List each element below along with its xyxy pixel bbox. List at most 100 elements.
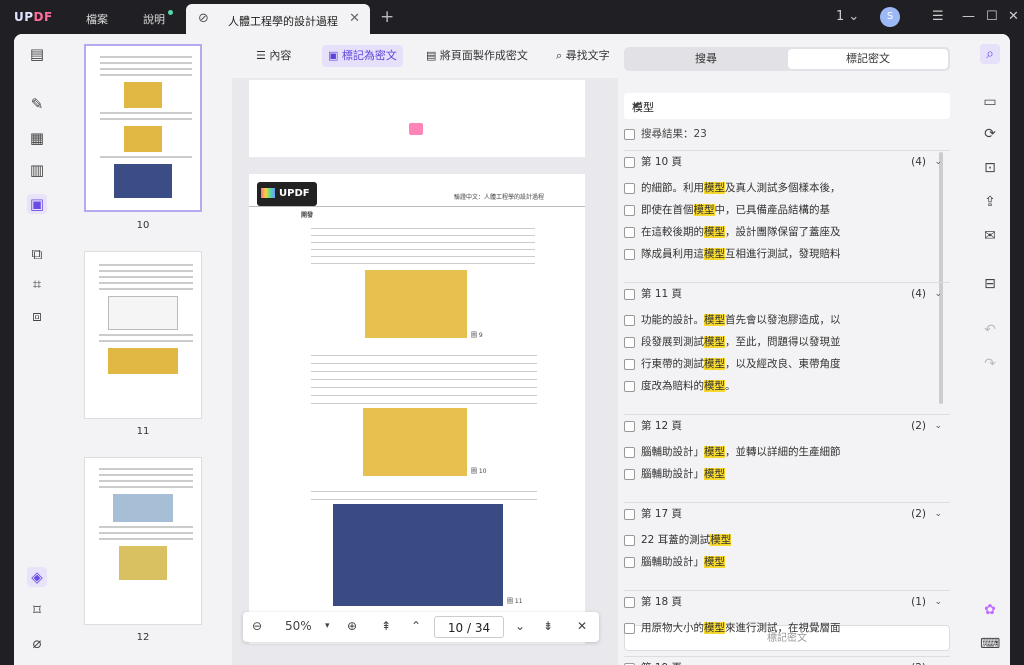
zoom-toolbar: ⊖ 50% ▾ ⊕ ⇞ ⌃ 10 / 34 ⌄ ⇟ ✕: [243, 612, 599, 642]
layers-icon[interactable]: ◈: [27, 567, 47, 587]
section-heading: 開發: [301, 212, 314, 219]
minimize-icon[interactable]: —: [962, 9, 975, 24]
result-item[interactable]: 即使在首個模型中，已具備產品結構的基: [624, 199, 950, 221]
find-text-button[interactable]: ⌕ 尋找文字: [550, 45, 616, 67]
figure-11: [333, 504, 503, 606]
edit-pdf-icon[interactable]: ▦: [27, 128, 47, 148]
search-icon[interactable]: ⌕: [980, 44, 1000, 64]
organize-pages-icon[interactable]: ⧉: [27, 244, 47, 264]
figure-caption: 圖 11: [507, 598, 523, 605]
close-tab-icon[interactable]: ✕: [349, 11, 360, 26]
tab-search[interactable]: 搜尋: [626, 49, 786, 69]
page-group-header[interactable]: 第 18 頁 (1) ⌄: [624, 590, 950, 612]
menu-help[interactable]: 說明: [143, 11, 165, 27]
first-page-icon[interactable]: ⇞: [381, 619, 391, 633]
figure-caption: 圖 9: [471, 332, 483, 339]
title-bar: UPDF 檔案 說明 ⊘ 人體工程學的設計過程 ✕ + 1 ⌄ S ☰ — ☐ …: [0, 0, 1024, 34]
thumbnail-label: 12: [136, 632, 150, 643]
thumbnail-page[interactable]: [84, 457, 202, 625]
prev-page-icon[interactable]: ⌃: [411, 619, 421, 633]
protect-icon[interactable]: ⊡: [980, 158, 1000, 178]
page-header-text: 驗證中文：人體工程學的設計過程: [454, 194, 545, 201]
content-button[interactable]: ☰ 內容: [250, 45, 297, 67]
save-icon[interactable]: ⊟: [980, 274, 1000, 294]
zoom-in-icon[interactable]: ⊕: [347, 619, 357, 633]
result-item[interactable]: 隊成員利用這模型互相進行測試，發現賠料: [624, 243, 950, 265]
zoom-level[interactable]: 50%: [285, 619, 312, 633]
result-item[interactable]: 腦輔助設計」模型，並轉以詳細的生產細節: [624, 441, 950, 463]
result-item[interactable]: 度改為賠料的模型。: [624, 375, 950, 397]
page-group-header[interactable]: 第 11 頁 (4) ⌄: [624, 282, 950, 304]
search-input[interactable]: 模型 ⏷: [624, 93, 950, 119]
result-item[interactable]: 段發展到測試模型，至此，問題得以發現並: [624, 331, 950, 353]
window-count[interactable]: 1 ⌄: [836, 9, 859, 24]
comment-icon[interactable]: ✎: [27, 94, 47, 114]
chat-icon[interactable]: ⌨: [980, 634, 1000, 654]
paragraph-block: [311, 222, 535, 266]
result-item[interactable]: 腦輔助設計」模型: [624, 551, 950, 573]
updf-logo-icon: [261, 188, 275, 198]
close-window-icon[interactable]: ✕: [1008, 9, 1019, 24]
page-icon: [409, 123, 423, 135]
form-icon[interactable]: ▥: [27, 160, 47, 180]
result-item[interactable]: 腦輔助設計」模型: [624, 463, 950, 485]
paragraph-block: [311, 348, 537, 404]
avatar[interactable]: S: [880, 7, 900, 27]
new-tab-button[interactable]: +: [380, 7, 394, 27]
menu-file[interactable]: 檔案: [86, 11, 108, 27]
document-tab[interactable]: ⊘ 人體工程學的設計過程 ✕: [186, 4, 370, 34]
convert-icon[interactable]: ⧈: [27, 306, 47, 326]
redo-icon[interactable]: ↷: [980, 354, 1000, 374]
result-item[interactable]: 的細節。利用模型及真人測試多個樣本後，: [624, 177, 950, 199]
page-number-input[interactable]: 10 / 34: [434, 616, 504, 638]
redact-icon[interactable]: ▣: [27, 194, 47, 214]
zoom-out-icon[interactable]: ⊖: [252, 619, 262, 633]
attachment-icon[interactable]: ⌀: [27, 633, 47, 653]
pdf-page: UPDF 驗證中文：人體工程學的設計過程 開發 圖 9 圖 10 圖 11: [249, 174, 585, 644]
viewer-toolbar: ☰ 內容 ▣ 標記為密文 ▤ 將頁面製作成密文 ⌕ 尋找文字: [232, 34, 618, 78]
tab-redact[interactable]: 標記密文: [788, 49, 948, 69]
next-page-icon[interactable]: ⌄: [515, 619, 525, 633]
figure-9: [365, 270, 467, 338]
result-item[interactable]: 功能的設計。模型首先會以發泡膠造成，以: [624, 309, 950, 331]
result-item[interactable]: 行東帶的測試模型，以及經改良、東帶角度: [624, 353, 950, 375]
close-zoom-icon[interactable]: ✕: [577, 619, 587, 633]
zoom-dropdown-icon[interactable]: ▾: [325, 621, 330, 631]
pdf-viewer: ☰ 內容 ▣ 標記為密文 ▤ 將頁面製作成密文 ⌕ 尋找文字 UPDF 驗證中文…: [232, 34, 618, 665]
thumbnail-page[interactable]: [84, 251, 202, 419]
ocr-icon[interactable]: ▭: [980, 92, 1000, 112]
figure-caption: 圖 10: [471, 468, 487, 475]
reader-icon[interactable]: ▤: [27, 44, 47, 64]
share-icon[interactable]: ⇪: [980, 192, 1000, 212]
thumbnail-panel: 10 11 12: [60, 34, 232, 665]
panel-tabs: 搜尋 標記密文: [624, 47, 950, 71]
result-item[interactable]: 用原物大小的模型來進行測試，在視覺層面: [624, 617, 950, 639]
bookmark-icon[interactable]: ⌑: [27, 600, 47, 620]
select-all-results[interactable]: 搜尋結果：23: [624, 123, 950, 145]
maximize-icon[interactable]: ☐: [986, 9, 998, 24]
convert-icon[interactable]: ⟳: [980, 124, 1000, 144]
page-group-header[interactable]: 第 19 頁(2)⌄: [624, 656, 950, 665]
result-item[interactable]: 在這較後期的模型，設計團隊保留了蓋座及: [624, 221, 950, 243]
result-item[interactable]: 22 耳蓋的測試模型: [624, 529, 950, 551]
thumbnail-page[interactable]: [84, 44, 202, 212]
figure-10: [363, 408, 467, 476]
filter-icon[interactable]: ⏷: [632, 99, 942, 113]
document-icon: ⊘: [198, 11, 209, 26]
right-toolbar: ⌕ ▭ ⟳ ⊡ ⇪ ✉ ⊟ ↶ ↷ ✿ ⌨: [970, 34, 1010, 665]
thumbnail-label: 10: [136, 220, 150, 231]
paragraph-block: [311, 484, 537, 502]
updf-logo: UPDF: [14, 10, 53, 24]
crop-icon[interactable]: ⌗: [27, 274, 47, 294]
undo-icon[interactable]: ↶: [980, 320, 1000, 340]
more-options-icon[interactable]: ☰: [932, 9, 944, 24]
last-page-icon[interactable]: ⇟: [543, 619, 553, 633]
page-group-header[interactable]: 第 10 頁 (4) ⌄: [624, 150, 950, 172]
document-tab-title: 人體工程學的設計過程: [228, 15, 338, 28]
page-redaction-button[interactable]: ▤ 將頁面製作成密文: [420, 45, 534, 67]
email-icon[interactable]: ✉: [980, 226, 1000, 246]
mark-redaction-button[interactable]: ▣ 標記為密文: [322, 45, 403, 67]
ai-assistant-icon[interactable]: ✿: [980, 600, 1000, 620]
page-group-header[interactable]: 第 12 頁 (2) ⌄: [624, 414, 950, 436]
page-group-header[interactable]: 第 17 頁 (2) ⌄: [624, 502, 950, 524]
